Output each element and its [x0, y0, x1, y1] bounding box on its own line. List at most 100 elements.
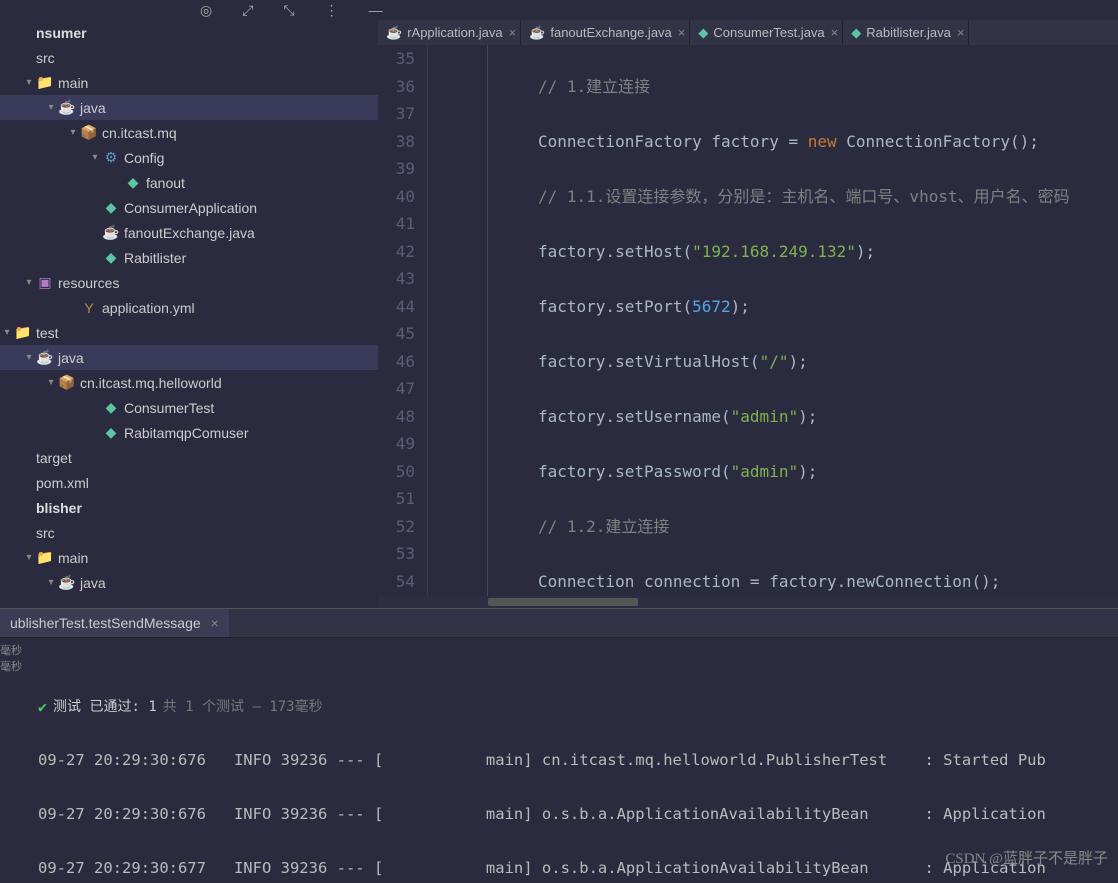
close-icon[interactable]: × — [211, 615, 219, 631]
editor-tab[interactable]: ◆Rabitlister.java× — [843, 20, 969, 45]
tree-label: java — [80, 100, 106, 116]
file-icon: ☕ — [386, 25, 402, 41]
tree-item[interactable]: ☕fanoutExchange.java — [0, 220, 378, 245]
close-icon[interactable]: × — [957, 25, 965, 40]
tree-item[interactable]: ▾📁test — [0, 320, 378, 345]
close-icon[interactable]: × — [678, 25, 686, 40]
chevron-icon[interactable]: ▾ — [22, 552, 36, 563]
fold-margin — [428, 45, 488, 596]
chevron-icon[interactable]: ▾ — [22, 352, 36, 363]
code-text: ); — [731, 297, 750, 316]
tree-item[interactable]: ◆ConsumerApplication — [0, 195, 378, 220]
console-gutter: 毫秒 毫秒 — [0, 638, 30, 883]
console-output[interactable]: ✔ 测试 已通过: 1 共 1 个测试 – 173毫秒 09-27 20:29:… — [30, 638, 1118, 883]
line-number: 51 — [378, 485, 415, 513]
tree-item[interactable]: src — [0, 45, 378, 70]
tab-label: Rabitlister.java — [866, 25, 951, 40]
line-number: 40 — [378, 183, 415, 211]
file-icon: ◆ — [102, 424, 120, 441]
tree-item[interactable]: ▾📁main — [0, 545, 378, 570]
editor-tab[interactable]: ☕ fanoutExchange.java × — [521, 20, 690, 45]
tree-item[interactable]: ▾☕java — [0, 570, 378, 595]
chevron-icon[interactable]: ▾ — [44, 577, 58, 588]
line-number: 48 — [378, 403, 415, 431]
file-icon: ▣ — [36, 274, 54, 291]
editor-tab[interactable]: ☕ rApplication.java × — [378, 20, 521, 45]
line-number: 47 — [378, 375, 415, 403]
code-string: "/" — [760, 352, 789, 371]
tree-item[interactable]: target — [0, 445, 378, 470]
tree-label: ConsumerTest — [124, 400, 214, 416]
tab-label: fanoutExchange.java — [550, 25, 671, 40]
tree-item[interactable]: ◆ConsumerTest — [0, 395, 378, 420]
run-tab-label: ublisherTest.testSendMessage — [10, 615, 201, 631]
line-number: 35 — [378, 45, 415, 73]
tree-label: target — [36, 450, 72, 466]
chevron-icon[interactable]: ▾ — [22, 277, 36, 288]
line-number: 43 — [378, 265, 415, 293]
run-tab[interactable]: ublisherTest.testSendMessage × — [0, 609, 229, 637]
tree-label: blisher — [36, 500, 82, 516]
tree-item[interactable]: pom.xml — [0, 470, 378, 495]
file-icon: 📁 — [36, 549, 54, 566]
tab-label: rApplication.java — [407, 25, 502, 40]
tree-item[interactable]: nsumer — [0, 20, 378, 45]
tree-item[interactable]: ▾📁main — [0, 70, 378, 95]
file-icon: 📦 — [58, 374, 76, 391]
line-number: 53 — [378, 540, 415, 568]
chevron-icon[interactable]: ▾ — [88, 152, 102, 163]
expand-icon[interactable]: ⤢ — [242, 2, 253, 19]
chevron-icon[interactable]: ▾ — [44, 377, 58, 388]
tree-label: src — [36, 525, 55, 541]
project-tree[interactable]: nsumersrc▾📁main▾☕java▾📦cn.itcast.mq▾⚙Con… — [0, 20, 378, 608]
file-icon: ☕ — [529, 25, 545, 41]
tree-label: Config — [124, 150, 164, 166]
code-string: "admin" — [731, 462, 798, 481]
target-icon[interactable]: ◎ — [200, 2, 212, 19]
tree-item[interactable]: ◆fanout — [0, 170, 378, 195]
watermark: CSDN @蓝胖子不是胖子 — [945, 846, 1108, 873]
code-content[interactable]: // 1.建立连接 ConnectionFactory factory = ne… — [488, 45, 1118, 596]
tree-item[interactable]: ▾☕java — [0, 345, 378, 370]
line-number: 39 — [378, 155, 415, 183]
file-icon: ◆ — [102, 199, 120, 216]
log-line: 09-27 20:29:30:676 INFO 39236 --- [ main… — [38, 747, 1110, 774]
editor-hscrollbar[interactable] — [378, 596, 1118, 608]
tree-item[interactable]: Yapplication.yml — [0, 295, 378, 320]
check-icon: ✔ — [38, 696, 47, 718]
tree-label: Rabitlister — [124, 250, 186, 266]
code-text: factory.setHost( — [538, 242, 692, 261]
collapse-icon[interactable]: ⤡ — [283, 2, 294, 19]
line-number: 50 — [378, 458, 415, 486]
minimize-icon[interactable]: — — [369, 2, 383, 18]
code-number: 5672 — [692, 297, 731, 316]
tree-item[interactable]: ▾📦cn.itcast.mq — [0, 120, 378, 145]
code-comment: // 1.2.建立连接 — [538, 517, 669, 536]
log-line: 09-27 20:29:30:676 INFO 39236 --- [ main… — [38, 801, 1110, 828]
code-text: ); — [798, 462, 817, 481]
tree-item[interactable]: ▾📦cn.itcast.mq.helloworld — [0, 370, 378, 395]
file-icon: ◆ — [124, 174, 142, 191]
line-number: 38 — [378, 128, 415, 156]
tree-item[interactable]: blisher — [0, 495, 378, 520]
tree-label: resources — [58, 275, 119, 291]
tree-item[interactable]: src — [0, 520, 378, 545]
chevron-icon[interactable]: ▾ — [22, 77, 36, 88]
tree-item[interactable]: ▾⚙Config — [0, 145, 378, 170]
tree-item[interactable]: ▾☕java — [0, 95, 378, 120]
tree-item[interactable]: ◆RabitamqpComuser — [0, 420, 378, 445]
chevron-icon[interactable]: ▾ — [44, 102, 58, 113]
close-icon[interactable]: × — [509, 25, 517, 40]
tree-item[interactable]: ◆Rabitlister — [0, 245, 378, 270]
editor-tab[interactable]: ◆ConsumerTest.java× — [690, 20, 843, 45]
code-text: Connection connection = factory.newConne… — [538, 572, 1000, 591]
code-editor[interactable]: 3536373839404142434445464748495051525354… — [378, 45, 1118, 596]
chevron-icon[interactable]: ▾ — [66, 127, 80, 138]
tree-item[interactable]: ▾▣resources — [0, 270, 378, 295]
file-icon: ☕ — [58, 574, 76, 591]
file-icon: Y — [80, 300, 98, 316]
close-icon[interactable]: × — [831, 25, 839, 40]
more-icon[interactable]: ⋮ — [325, 2, 339, 19]
code-text: ConnectionFactory(); — [837, 132, 1039, 151]
chevron-icon[interactable]: ▾ — [0, 327, 14, 338]
